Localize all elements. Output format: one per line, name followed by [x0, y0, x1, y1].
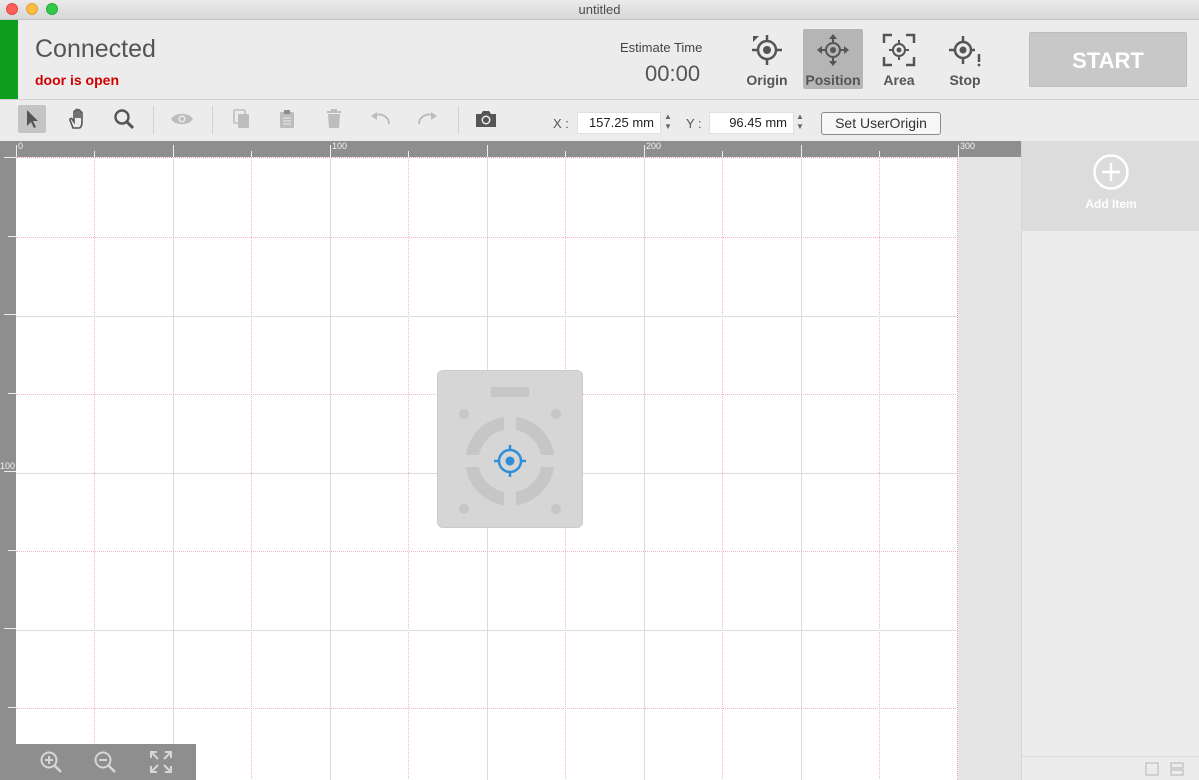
- title-bar: untitled: [0, 0, 1199, 20]
- position-label: Position: [805, 72, 861, 88]
- grid-line: [801, 158, 802, 780]
- y-coordinate-input[interactable]: 96.45 mm: [709, 112, 794, 134]
- y-coordinate-label: Y :: [686, 116, 702, 131]
- zoom-in-icon[interactable]: [36, 748, 66, 776]
- toolbar-divider: [458, 106, 459, 134]
- window-title: untitled: [578, 2, 621, 17]
- zoom-tool-icon[interactable]: [110, 105, 138, 133]
- connection-status-indicator: [0, 20, 18, 99]
- x-coordinate-label: X :: [553, 116, 569, 131]
- position-button[interactable]: Position: [803, 29, 863, 89]
- work-canvas[interactable]: [16, 157, 958, 780]
- add-item-button[interactable]: Add Item: [1022, 141, 1199, 231]
- connection-status: Connected: [35, 35, 156, 63]
- vertical-ruler: 100: [0, 141, 16, 780]
- ruler-label: 0: [18, 141, 24, 151]
- app-window: untitled Connected door is open Estimate…: [0, 0, 1199, 780]
- zoom-out-icon[interactable]: [90, 748, 120, 776]
- y-coordinate-stepper[interactable]: ▲ ▼: [795, 112, 805, 134]
- grid-line: [251, 158, 252, 780]
- zoom-controls: [16, 744, 196, 780]
- side-panel: Add Item: [1021, 141, 1199, 780]
- grid-line: [16, 630, 957, 631]
- ruler-tick: [4, 628, 16, 629]
- grid-line: [408, 158, 409, 780]
- ruler-tick: [4, 471, 16, 472]
- paste-icon[interactable]: [273, 105, 301, 133]
- machine-placeholder: [437, 370, 583, 528]
- ruler-tick: [4, 157, 16, 158]
- set-user-origin-button[interactable]: Set UserOrigin: [821, 112, 941, 135]
- grid-line: [173, 158, 174, 780]
- start-button[interactable]: START: [1029, 32, 1187, 87]
- eye-icon[interactable]: [168, 105, 196, 133]
- stop-icon: [949, 36, 981, 67]
- position-icon: [817, 34, 849, 66]
- grid-line: [16, 237, 957, 238]
- header: Connected door is open Estimate Time 00:…: [0, 20, 1199, 100]
- ruler-tick: [330, 145, 331, 157]
- redo-icon[interactable]: [413, 105, 441, 133]
- x-coordinate-stepper[interactable]: ▲ ▼: [663, 112, 673, 134]
- canvas-margin: [958, 157, 1021, 780]
- ruler-tick: [173, 145, 174, 157]
- ruler-tick: [644, 145, 645, 157]
- ruler-tick: [16, 145, 17, 157]
- toolbar-divider: [153, 106, 154, 134]
- x-coordinate-input[interactable]: 157.25 mm: [577, 112, 661, 134]
- grid-line: [330, 158, 331, 780]
- hand-icon[interactable]: [64, 105, 92, 133]
- panel-footer: [1022, 756, 1199, 780]
- add-item-label: Add Item: [1085, 197, 1137, 211]
- undo-icon[interactable]: [367, 105, 395, 133]
- grid-line: [16, 551, 957, 552]
- ruler-tick: [487, 145, 488, 157]
- single-view-icon[interactable]: [1145, 762, 1159, 776]
- grid-line: [644, 158, 645, 780]
- toolbar: X : 157.25 mm ▲ ▼ Y : 96.45 mm ▲ ▼ Set Use…: [0, 100, 1199, 140]
- grid-line: [722, 158, 723, 780]
- stop-button[interactable]: Stop: [935, 29, 995, 89]
- ruler-tick: [8, 236, 16, 237]
- ruler-label: 100: [332, 141, 348, 151]
- ruler-tick: [801, 145, 802, 157]
- ruler-label: 100: [0, 461, 16, 471]
- area-button[interactable]: Area: [869, 29, 929, 89]
- estimate-time-value: 00:00: [645, 61, 701, 86]
- grid-line: [879, 158, 880, 780]
- ruler-tick: [8, 550, 16, 551]
- area-label: Area: [883, 72, 915, 88]
- horizontal-ruler: 0 100 200 300: [0, 141, 1021, 157]
- origin-label: Origin: [746, 72, 788, 88]
- fit-to-screen-icon[interactable]: [146, 748, 176, 776]
- grid-line: [94, 158, 95, 780]
- copy-icon[interactable]: [228, 105, 256, 133]
- split-view-icon[interactable]: [1170, 762, 1184, 776]
- toolbar-divider: [212, 106, 213, 134]
- delete-icon[interactable]: [320, 105, 348, 133]
- stop-label: Stop: [949, 72, 981, 88]
- ruler-tick: [958, 145, 959, 157]
- ruler-tick: [4, 314, 16, 315]
- ruler-label: 300: [960, 141, 976, 151]
- door-status: door is open: [35, 72, 119, 88]
- ruler-label: 200: [646, 141, 662, 151]
- ruler-tick: [8, 393, 16, 394]
- ruler-tick: [8, 707, 16, 708]
- camera-icon[interactable]: [472, 105, 500, 133]
- add-icon: [1093, 154, 1129, 190]
- grid-line: [16, 316, 957, 317]
- origin-icon: [752, 35, 782, 65]
- origin-button[interactable]: Origin: [737, 29, 797, 89]
- grid-line: [16, 708, 957, 709]
- estimate-time-label: Estimate Time: [620, 40, 703, 55]
- select-arrow-icon[interactable]: [18, 105, 46, 133]
- laser-head-icon: [459, 387, 561, 514]
- area-icon: [882, 33, 916, 67]
